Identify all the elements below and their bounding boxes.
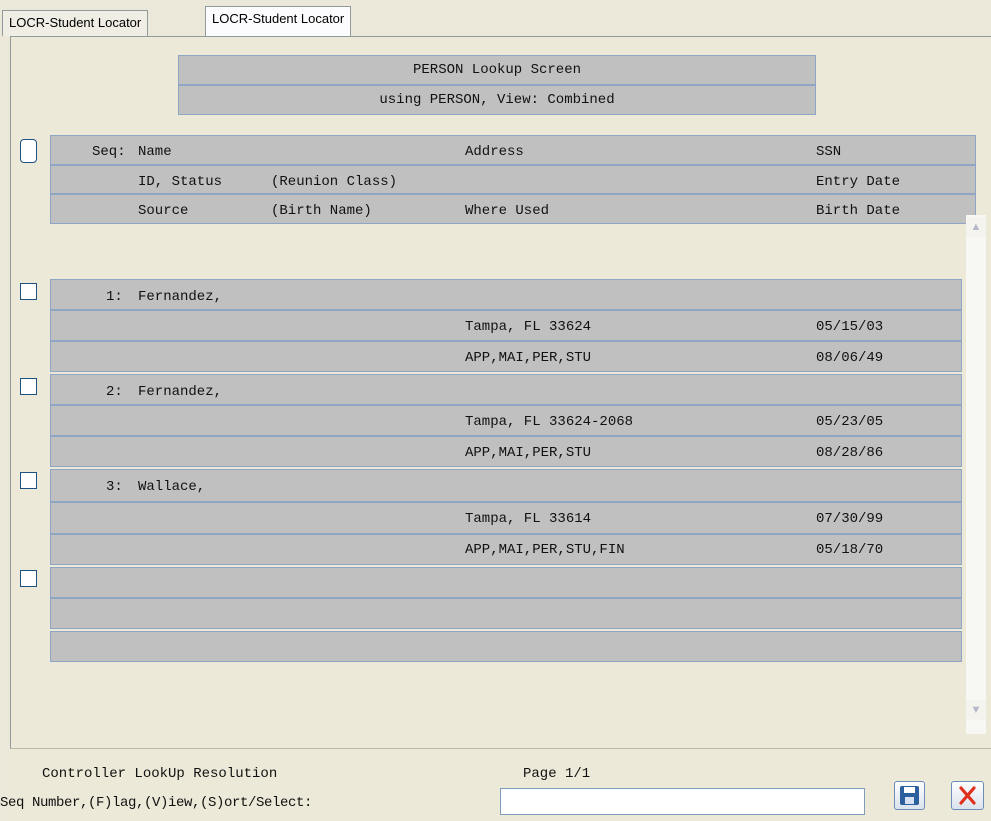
record-checkbox-1[interactable] [20, 283, 37, 300]
save-icon [900, 786, 919, 805]
record-birth-date: 08/06/49 [816, 350, 884, 366]
row-divider [51, 340, 961, 342]
record-city: Tampa, FL 33624 [465, 319, 592, 335]
header-birth-date: Birth Date [816, 203, 901, 219]
tab-student-locator-1[interactable]: LOCR-Student Locator [2, 10, 149, 36]
record-checkbox-2[interactable] [20, 378, 37, 395]
header-seq: Seq: [92, 144, 126, 160]
page-subtitle: using PERSON, View: Combined [379, 92, 615, 108]
record-entry-date: 05/23/05 [816, 414, 884, 430]
record-entry-date: 07/30/99 [816, 511, 884, 527]
row-divider [51, 597, 961, 599]
status-text: Controller LookUp Resolution [42, 766, 278, 782]
tab-student-locator-2-active[interactable]: LOCR-Student Locator [205, 6, 352, 37]
row-divider [51, 435, 961, 437]
chevron-up-icon[interactable]: ▲ [966, 217, 986, 237]
vertical-scrollbar[interactable]: ▲ ▼ [966, 215, 986, 734]
close-icon [959, 786, 976, 805]
header-source: Source [138, 203, 189, 219]
select-all-checkbox[interactable] [20, 139, 37, 163]
record-birth-date: 08/28/86 [816, 445, 884, 461]
page-indicator: Page 1/1 [523, 766, 591, 782]
header-reunion-class: (Reunion Class) [271, 174, 398, 190]
record-checkbox-3[interactable] [20, 472, 37, 489]
record-city: Tampa, FL 33624-2068 [465, 414, 634, 430]
record-seq: 2: [106, 384, 123, 400]
row-divider [51, 501, 961, 503]
header-ssn: SSN [816, 144, 842, 160]
record-city: Tampa, FL 33614 [465, 511, 592, 527]
header-address: Address [465, 144, 524, 160]
command-input[interactable] [500, 788, 865, 815]
header-divider-1 [51, 164, 975, 166]
record-where-used: APP,MAI,PER,STU [465, 350, 592, 366]
page-title: PERSON Lookup Screen [412, 62, 582, 78]
save-button[interactable] [894, 781, 925, 810]
header-birth-name: (Birth Name) [271, 203, 372, 219]
command-prompt: Seq Number,(F)lag,(V)iew,(S)ort/Select: [0, 795, 313, 811]
header-name: Name [138, 144, 172, 160]
close-button[interactable] [951, 781, 984, 810]
record-where-used: APP,MAI,PER,STU [465, 445, 592, 461]
record-seq: 3: [106, 479, 123, 495]
record-seq: 1: [106, 289, 123, 305]
record-entry-date: 05/15/03 [816, 319, 884, 335]
record-birth-date: 05/18/70 [816, 542, 884, 558]
record-checkbox-4[interactable] [20, 570, 37, 587]
header-divider-2 [51, 193, 975, 195]
row-divider [51, 404, 961, 406]
row-divider [51, 309, 961, 311]
header-where-used: Where Used [465, 203, 550, 219]
title-divider [179, 84, 815, 86]
header-id-status: ID, Status [138, 174, 223, 190]
record-where-used: APP,MAI,PER,STU,FIN [465, 542, 625, 558]
header-entry-date: Entry Date [816, 174, 901, 190]
row-divider [51, 533, 961, 535]
record-name: Wallace, [138, 479, 206, 495]
tab-bar: LOCR-Student Locator LOCR-Student Locato… [0, 0, 991, 37]
record-name: Fernandez, [138, 289, 223, 305]
chevron-down-icon[interactable]: ▼ [966, 700, 986, 720]
table-row-empty[interactable] [50, 631, 962, 662]
record-name: Fernandez, [138, 384, 223, 400]
